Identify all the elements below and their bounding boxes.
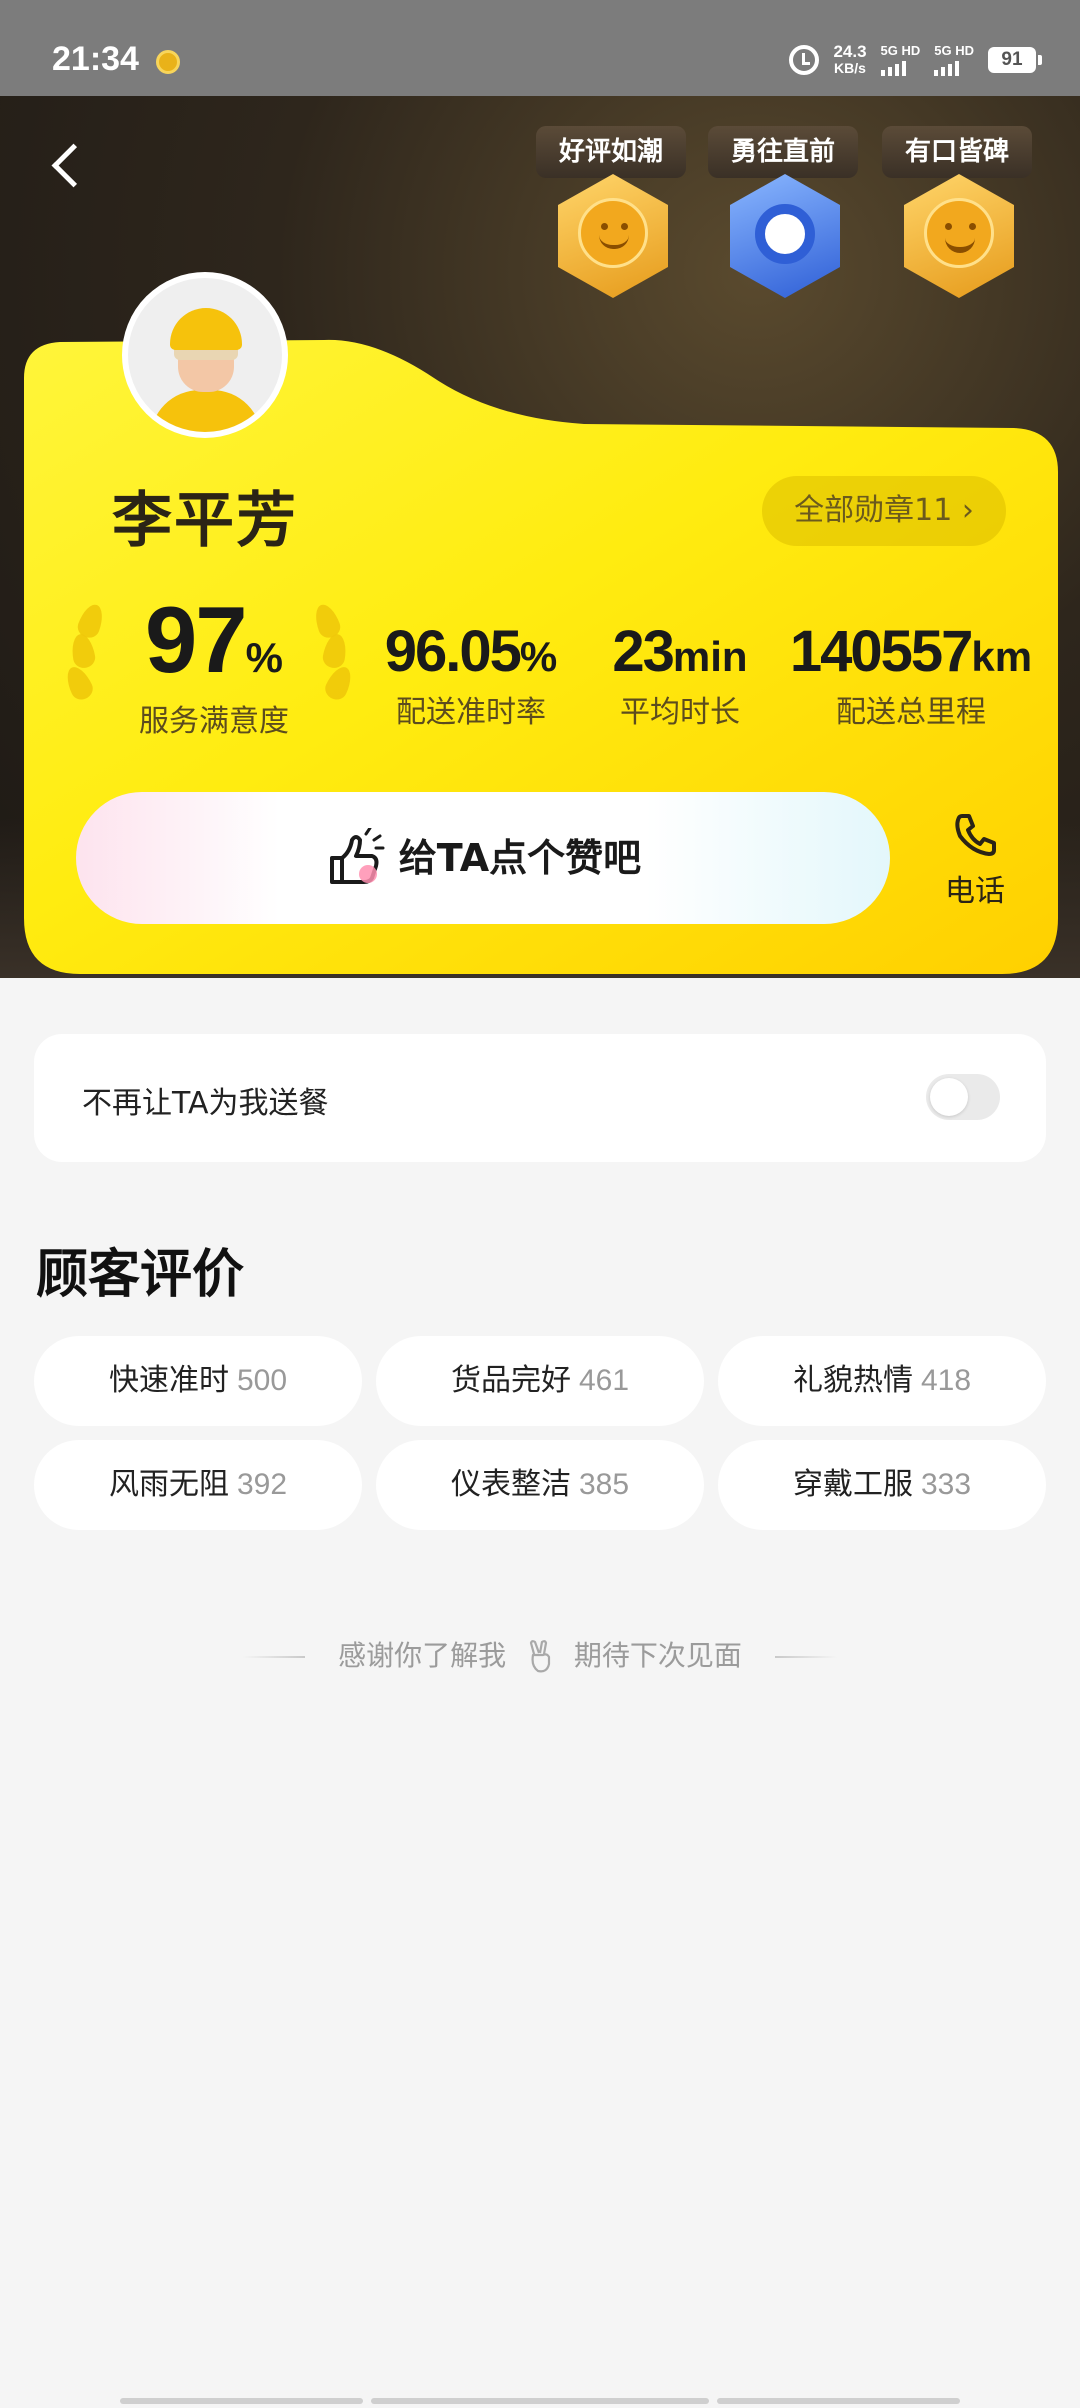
- coin-notification-icon: [156, 50, 180, 74]
- stat-avg-time-unit: min: [672, 633, 748, 680]
- stat-on-time-unit: %: [519, 633, 558, 680]
- medal-label: 好评如潮: [536, 126, 686, 178]
- rider-avatar: [122, 272, 288, 438]
- review-tags: 快速准时 500 货品完好 461 礼貌热情 418 风雨无阻 392 仪表整洁 385 …: [34, 1336, 1048, 1530]
- stat-satisfaction-label: 服务满意度: [139, 704, 289, 739]
- status-bar: 21:34 24.3 KB/s 5G HD 5G HD 91: [0, 0, 1080, 96]
- rider-hero: 好评如潮 勇往直前 有口皆碑 李平芳 全部勋章11 › 97% 服务满意度 96…: [0, 96, 1080, 978]
- peace-hand-icon: [529, 1640, 551, 1673]
- stat-satisfaction: 97% 服务满意度: [110, 586, 318, 740]
- review-tag-name: 仪表整洁: [450, 1467, 571, 1502]
- signal-sim2-label: 5G HD: [934, 43, 974, 58]
- medal-label: 勇往直前: [708, 126, 858, 178]
- review-tag-name: 货品完好: [450, 1363, 571, 1398]
- medal-2[interactable]: 勇往直前: [708, 126, 858, 316]
- block-rider-toggle[interactable]: [926, 1074, 1000, 1120]
- rider-name: 李平芳: [112, 486, 298, 556]
- like-button[interactable]: 给TA点个赞吧: [76, 792, 890, 924]
- laugh-medal-icon: [924, 198, 994, 268]
- stat-on-time-label: 配送准时率: [396, 695, 546, 730]
- laurel-left-icon: [61, 601, 108, 728]
- reviews-title: 顾客评价: [36, 1245, 245, 1305]
- phone-icon: [955, 814, 996, 856]
- review-tag-count: 333: [920, 1468, 972, 1501]
- review-tag-count: 461: [578, 1364, 630, 1397]
- network-speed-value: 24.3: [833, 42, 867, 61]
- review-tag-count: 500: [236, 1364, 288, 1397]
- divider-line: [243, 1656, 306, 1658]
- review-tag-count: 392: [236, 1468, 288, 1501]
- phone-button[interactable]: 电话: [920, 812, 1030, 912]
- signal-sim1-label: 5G HD: [880, 43, 921, 58]
- stat-distance-value: 140557: [789, 619, 974, 684]
- review-tag[interactable]: 礼貌热情 418: [718, 1336, 1046, 1426]
- status-time: 21:34: [52, 40, 139, 78]
- medal-1[interactable]: 好评如潮: [536, 126, 686, 316]
- back-button[interactable]: [44, 136, 92, 196]
- signal-sim2: 5G HD: [934, 44, 974, 76]
- smile-medal-icon: [578, 198, 648, 268]
- signal-bars-icon: [880, 60, 906, 76]
- all-badges-button[interactable]: 全部勋章11 ›: [762, 476, 1006, 546]
- review-tag-name: 风雨无阻: [108, 1467, 229, 1502]
- status-right-group: 24.3 KB/s 5G HD 5G HD 91: [789, 42, 1042, 76]
- review-tag[interactable]: 快速准时 500: [34, 1336, 362, 1426]
- signal-sim1: 5G HD: [880, 43, 921, 76]
- review-tag[interactable]: 风雨无阻 392: [34, 1440, 362, 1530]
- medal-3[interactable]: 有口皆碑: [882, 126, 1032, 316]
- review-tag[interactable]: 穿戴工服 333: [718, 1440, 1046, 1530]
- stat-on-time-value: 96.05: [384, 619, 522, 684]
- footer-left-text: 感谢你了解我: [338, 1639, 507, 1672]
- toggle-knob: [930, 1078, 968, 1116]
- gesture-bar: [120, 2398, 960, 2404]
- review-tag-count: 385: [578, 1468, 630, 1501]
- stat-distance-label: 配送总里程: [836, 695, 986, 730]
- review-tag-count: 418: [920, 1364, 972, 1397]
- laurel-right-icon: [310, 601, 357, 728]
- stat-satisfaction-value: 97: [145, 587, 248, 692]
- footer-note: 感谢你了解我 期待下次见面: [0, 1634, 1080, 1674]
- footer-right-text: 期待下次见面: [573, 1639, 742, 1672]
- stat-avg-time: 23min 平均时长: [598, 618, 762, 731]
- review-tag-name: 快速准时: [108, 1363, 229, 1398]
- signal-bars-icon: [934, 60, 960, 76]
- stat-distance: 140557km 配送总里程: [786, 618, 1036, 731]
- stat-avg-time-value: 23: [612, 619, 674, 684]
- stat-distance-unit: km: [971, 633, 1033, 680]
- network-speed-unit: KB/s: [834, 60, 866, 76]
- review-tag-name: 穿戴工服: [792, 1467, 913, 1502]
- block-rider-label: 不再让TA为我送餐: [82, 1086, 329, 1121]
- alarm-icon: [789, 45, 820, 75]
- stat-satisfaction-unit: %: [245, 634, 283, 681]
- review-tag[interactable]: 货品完好 461: [376, 1336, 704, 1426]
- battery-icon: 91: [988, 47, 1042, 73]
- medal-label: 有口皆碑: [882, 126, 1032, 178]
- stat-on-time: 96.05% 配送准时率: [376, 618, 566, 731]
- network-speed: 24.3 KB/s: [833, 42, 867, 76]
- thumbs-up-icon: [330, 828, 385, 884]
- block-rider-setting: 不再让TA为我送餐: [34, 1034, 1046, 1162]
- phone-label: 电话: [945, 874, 1005, 909]
- divider-line: [774, 1656, 837, 1658]
- review-tag[interactable]: 仪表整洁 385: [376, 1440, 704, 1530]
- wheel-medal-icon: [755, 204, 815, 264]
- review-tag-name: 礼貌热情: [792, 1363, 913, 1398]
- stat-avg-time-label: 平均时长: [620, 695, 740, 730]
